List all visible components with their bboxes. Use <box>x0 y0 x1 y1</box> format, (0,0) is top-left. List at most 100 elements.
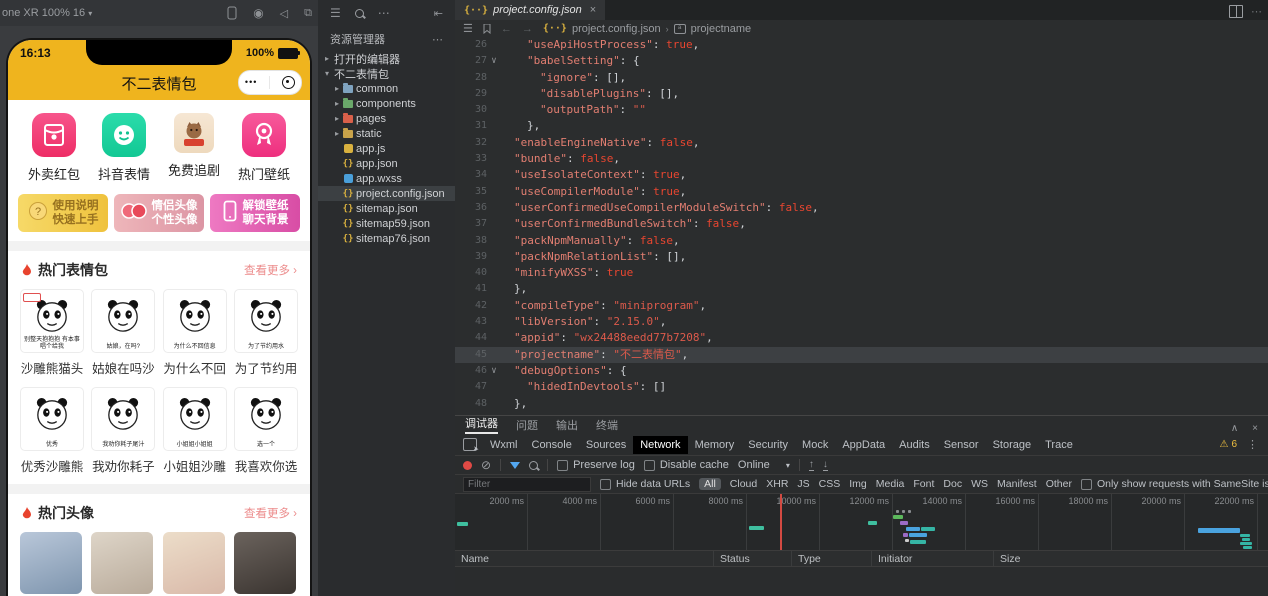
nav-back-icon[interactable]: ← <box>501 23 512 35</box>
import-har-icon[interactable]: ↑ <box>808 459 814 471</box>
devtools-tab-storage[interactable]: Storage <box>986 436 1039 454</box>
phone-icon[interactable] <box>227 6 237 20</box>
filter-chip-img[interactable]: Img <box>849 478 867 490</box>
timeline-request-bar[interactable] <box>893 515 903 519</box>
warning-badge[interactable]: ⚠ 6 <box>1219 439 1237 450</box>
filter-chip-media[interactable]: Media <box>876 478 905 490</box>
bookmark-icon[interactable] <box>483 23 491 34</box>
devtools-tab-mock[interactable]: Mock <box>795 436 835 454</box>
code-line[interactable]: 36 "userConfirmedUseCompilerModuleSwitch"… <box>455 200 1268 216</box>
search-icon[interactable] <box>354 8 364 18</box>
devtools-tab-audits[interactable]: Audits <box>892 436 937 454</box>
devtools-more-icon[interactable]: ⋮ <box>1247 438 1258 451</box>
tree-item-common[interactable]: ▸ common <box>318 81 455 96</box>
fold-chevron-icon[interactable]: ∨ <box>487 53 501 69</box>
filter-chip-js[interactable]: JS <box>797 478 809 490</box>
code-line[interactable]: 29 "disablePlugins": [], <box>455 86 1268 102</box>
banner-button[interactable]: 解锁壁纸 聊天背景 <box>210 194 300 232</box>
debugger-tab-输出[interactable]: 输出 <box>556 417 578 434</box>
code-line[interactable]: 45 "projectname": "不二表情包", <box>455 346 1268 363</box>
code-line[interactable]: 41}, <box>455 281 1268 297</box>
sticker-card[interactable]: 姑娘，在吗? <box>91 289 156 353</box>
devtools-tab-security[interactable]: Security <box>741 436 795 454</box>
devtools-tab-console[interactable]: Console <box>525 436 579 454</box>
fold-chevron-icon[interactable]: ∨ <box>487 363 501 379</box>
breadcrumb[interactable]: {··} project.config.json › a projectname <box>543 23 751 35</box>
devtools-tab-sensor[interactable]: Sensor <box>937 436 986 454</box>
sticker-card[interactable]: 为了节约用水 <box>233 289 298 353</box>
sticker-card[interactable]: 我劝你耗子尾汁 <box>91 387 156 451</box>
tree-item-app.json[interactable]: {} app.json <box>318 156 455 171</box>
devtools-tab-trace[interactable]: Trace <box>1038 436 1080 454</box>
avatar-image[interactable] <box>91 532 154 594</box>
devtools-tab-sources[interactable]: Sources <box>579 436 633 454</box>
filter-chip-manifest[interactable]: Manifest <box>997 478 1037 490</box>
hide-data-urls-checkbox[interactable]: Hide data URLs <box>600 478 690 490</box>
column-header-size[interactable]: Size <box>993 551 1071 566</box>
timeline-request-bar[interactable] <box>909 533 927 537</box>
avatar-image[interactable] <box>233 532 296 594</box>
code-line[interactable]: 48}, <box>455 396 1268 412</box>
tree-item-sitemap.json[interactable]: {} sitemap.json <box>318 201 455 216</box>
code-line[interactable]: 28 "ignore": [], <box>455 70 1268 86</box>
record-icon[interactable]: ◉ <box>253 6 263 20</box>
close-tab-icon[interactable]: × <box>590 4 596 16</box>
code-line[interactable]: 47 "hidedInDevtools": [] <box>455 379 1268 395</box>
banner-button[interactable]: ? 使用说明 快速上手 <box>18 194 108 232</box>
nav-forward-icon[interactable]: → <box>522 23 533 35</box>
timeline-request-bar[interactable] <box>1242 538 1250 541</box>
timeline-request-bar[interactable] <box>906 527 920 531</box>
tree-item-[interactable]: ▸ 打开的编辑器 <box>318 51 455 66</box>
avatar-image[interactable] <box>20 532 82 594</box>
code-line[interactable]: 31}, <box>455 118 1268 134</box>
filter-chip-css[interactable]: CSS <box>819 478 841 490</box>
capsule-button[interactable]: ••• <box>238 70 302 95</box>
column-header-status[interactable]: Status <box>713 551 791 566</box>
clear-icon[interactable]: ⊘ <box>481 459 491 471</box>
code-line[interactable]: 27 ∨ "babelSetting": { <box>455 53 1268 69</box>
filter-chip-doc[interactable]: Doc <box>943 478 962 490</box>
code-line[interactable]: 32 "enableEngineNative": false, <box>455 135 1268 151</box>
timeline-request-bar[interactable] <box>905 539 909 542</box>
see-more-link[interactable]: 查看更多 › <box>244 505 297 521</box>
list-icon[interactable]: ☰ <box>330 6 341 20</box>
code-line[interactable]: 30 "outputPath": "" <box>455 102 1268 118</box>
filter-chip-font[interactable]: Font <box>913 478 934 490</box>
avatar-image[interactable] <box>162 532 225 594</box>
tree-item-sitemap59.json[interactable]: {} sitemap59.json <box>318 216 455 231</box>
timeline-request-bar[interactable] <box>1240 542 1252 545</box>
debugger-tab-问题[interactable]: 问题 <box>516 417 538 434</box>
explorer-more-icon[interactable]: ⋯ <box>432 33 443 46</box>
code-line[interactable]: 37 "userConfirmedBundleSwitch": false, <box>455 216 1268 232</box>
timeline-request-bar[interactable] <box>868 521 877 525</box>
grid-item[interactable]: 外卖红包 <box>24 113 84 183</box>
throttling-select[interactable]: Online ▾ <box>738 459 790 471</box>
column-header-name[interactable]: Name <box>455 551 713 566</box>
tree-item-[interactable]: ▾ 不二表情包 <box>318 66 455 81</box>
export-har-icon[interactable]: ↓ <box>822 459 828 471</box>
tree-item-static[interactable]: ▸ static <box>318 126 455 141</box>
debugger-tab-调试器[interactable]: 调试器 <box>465 415 498 434</box>
inspect-element-icon[interactable] <box>463 438 477 451</box>
sticker-card[interactable]: 选一个 <box>233 387 298 451</box>
tab-project-config[interactable]: {··} project.config.json × <box>455 0 606 20</box>
devtools-tab-memory[interactable]: Memory <box>688 436 742 454</box>
preserve-log-checkbox[interactable]: Preserve log <box>557 459 635 471</box>
timeline-request-bar[interactable] <box>896 510 899 513</box>
filter-input[interactable] <box>463 476 591 492</box>
record-button[interactable] <box>463 460 472 470</box>
timeline-request-bar[interactable] <box>1243 546 1252 549</box>
tree-item-project.config.json[interactable]: {} project.config.json <box>318 186 455 201</box>
code-line[interactable]: 43 "libVersion": "2.15.0", <box>455 314 1268 330</box>
grid-item[interactable]: 免费追剧 <box>164 113 224 183</box>
tree-item-components[interactable]: ▸ components <box>318 96 455 111</box>
close-icon[interactable]: × <box>1252 423 1258 434</box>
timeline-request-bar[interactable] <box>457 522 468 526</box>
tree-item-pages[interactable]: ▸ pages <box>318 111 455 126</box>
tree-item-sitemap76.json[interactable]: {} sitemap76.json <box>318 231 455 246</box>
see-more-link[interactable]: 查看更多 › <box>244 262 297 278</box>
timeline-request-bar[interactable] <box>921 527 935 531</box>
timeline-request-bar[interactable] <box>903 533 908 537</box>
code-line[interactable]: 44 "appid": "wx24488eedd77b7208", <box>455 330 1268 346</box>
tree-item-app.js[interactable]: app.js <box>318 141 455 156</box>
